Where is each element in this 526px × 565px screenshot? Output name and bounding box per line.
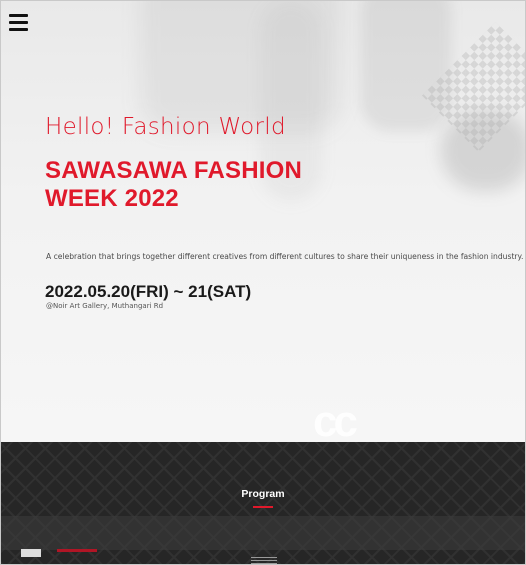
page-frame: Hello! Fashion World SAWASAWA FASHION WE… — [0, 0, 526, 565]
program-section: Program — [1, 442, 525, 564]
hero-section: Hello! Fashion World SAWASAWA FASHION WE… — [1, 1, 525, 442]
heading-underline — [253, 506, 273, 508]
program-item-thumbnail — [21, 549, 41, 557]
program-item-accent — [57, 549, 97, 552]
hamburger-menu-icon[interactable] — [9, 14, 28, 31]
event-venue: @Noir Art Gallery, Muthangari Rd — [46, 302, 164, 310]
program-content-strip — [1, 516, 525, 550]
decorative-logo-mark: cc — [313, 397, 358, 443]
hero-greeting: Hello! Fashion World — [45, 114, 286, 140]
event-date: 2022.05.20(FRI) ~ 21(SAT) — [45, 282, 252, 301]
event-description: A celebration that brings together diffe… — [46, 252, 524, 261]
event-title: SAWASAWA FASHION WEEK 2022 — [45, 157, 303, 212]
program-heading: Program — [241, 488, 285, 500]
drawer-handle-icon[interactable] — [251, 557, 277, 564]
